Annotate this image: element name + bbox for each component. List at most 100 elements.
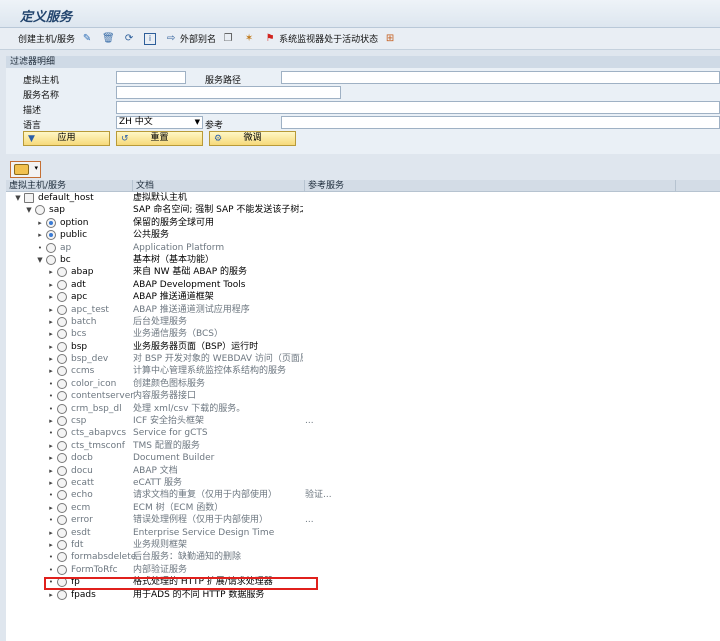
service-name[interactable]: ecm — [71, 502, 90, 514]
expand-toggle-icon[interactable]: ▸ — [36, 229, 44, 241]
expand-toggle-icon[interactable]: • — [47, 514, 55, 526]
table-row[interactable]: • echo 请求文档的重复（仅用于内部使用） 验证... — [6, 489, 720, 501]
service-name[interactable]: color_icon — [71, 378, 116, 390]
table-row[interactable]: • formabsdelete 后台服务：缺勤通知的删除 — [6, 551, 720, 563]
expand-toggle-icon[interactable]: ▸ — [47, 291, 55, 303]
reset-button[interactable]: ↺ 重置 — [116, 131, 203, 146]
expand-toggle-icon[interactable]: ▸ — [47, 589, 55, 601]
service-name[interactable]: cts_tmsconf — [71, 440, 125, 452]
expand-toggle-icon[interactable]: ▸ — [47, 328, 55, 340]
description-input[interactable] — [116, 101, 720, 114]
table-row[interactable]: • error 错误处理例程（仅用于内部使用）... — [6, 514, 720, 526]
table-row[interactable]: ▸ abap 来自 NW 基础 ABAP 的服务 — [6, 266, 720, 278]
expand-toggle-icon[interactable]: ▸ — [47, 353, 55, 365]
service-name[interactable]: crm_bsp_dl — [71, 403, 122, 415]
service-name[interactable]: csp — [71, 415, 86, 427]
table-row[interactable]: ▸ cts_tmsconf TMS 配置的服务 — [6, 440, 720, 452]
expand-toggle-icon[interactable]: ▸ — [47, 440, 55, 452]
expand-toggle-icon[interactable]: ▸ — [47, 477, 55, 489]
service-name[interactable]: fdt — [71, 539, 83, 551]
service-name[interactable]: ccms — [71, 365, 94, 377]
table-row[interactable]: ▸ apc ABAP 推送通道框架 — [6, 291, 720, 303]
table-row[interactable]: ▸ csp ICF 安全抬头框架... — [6, 415, 720, 427]
table-row[interactable]: ▸ docb Document Builder — [6, 452, 720, 464]
hierarchy-button[interactable]: ⊞ — [384, 30, 399, 48]
service-name[interactable]: bc — [60, 254, 71, 266]
expand-toggle-icon[interactable]: ▸ — [47, 465, 55, 477]
expand-toggle-icon[interactable]: ▸ — [47, 341, 55, 353]
table-row[interactable]: • FormToRfc 内部验证服务 — [6, 564, 720, 576]
tools-button[interactable]: ✶ — [243, 30, 258, 48]
table-row[interactable]: ▸ ecatt eCATT 服务 — [6, 477, 720, 489]
reference-input[interactable] — [281, 116, 720, 129]
external-alias-button[interactable]: ⇨ 外部别名 — [165, 30, 216, 48]
service-name[interactable]: bsp_dev — [71, 353, 108, 365]
table-row[interactable]: ▼ default_host 虚拟默认主机 — [6, 192, 720, 204]
table-row[interactable]: • fp 格式处理的 HTTP 扩展/请求处理器 — [6, 576, 720, 588]
service-name[interactable]: batch — [71, 316, 96, 328]
expand-toggle-icon[interactable]: • — [47, 576, 55, 588]
service-name[interactable]: apc — [71, 291, 87, 303]
service-name[interactable]: formabsdelete — [71, 551, 136, 563]
column-header-ref[interactable]: 参考服务 — [305, 180, 676, 192]
column-header-doc[interactable]: 文档 — [133, 180, 305, 192]
tune-button[interactable]: ⚙ 微调 — [209, 131, 296, 146]
table-row[interactable]: ▸ ecm ECM 树（ECM 函数） — [6, 502, 720, 514]
virtual-host-input[interactable] — [116, 71, 186, 84]
expand-toggle-icon[interactable]: ▸ — [47, 527, 55, 539]
table-row[interactable]: ▸ bsp 业务服务器页面（BSP）运行时 — [6, 341, 720, 353]
expand-toggle-icon[interactable]: • — [36, 242, 44, 254]
service-name[interactable]: echo — [71, 489, 93, 501]
expand-toggle-icon[interactable]: • — [47, 427, 55, 439]
service-name[interactable]: docu — [71, 465, 93, 477]
table-row[interactable]: ▸ adt ABAP Development Tools — [6, 279, 720, 291]
expand-toggle-icon[interactable]: • — [47, 489, 55, 501]
table-row[interactable]: ▼ bc 基本树（基本功能） — [6, 254, 720, 266]
table-row[interactable]: • ap Application Platform — [6, 242, 720, 254]
table-row[interactable]: • cts_abapvcs Service for gCTS — [6, 427, 720, 439]
table-row[interactable]: • crm_bsp_dl 处理 xml/csv 下载的服务。 — [6, 403, 720, 415]
expand-toggle-icon[interactable]: • — [47, 378, 55, 390]
service-name-input[interactable] — [116, 86, 341, 99]
table-row[interactable]: ▸ ccms 计算中心管理系统监控体系结构的服务 — [6, 365, 720, 377]
expand-toggle-icon[interactable]: ▸ — [36, 217, 44, 229]
system-monitor-button[interactable]: ⚑ 系统监视器处于活动状态 — [264, 30, 379, 48]
service-name[interactable]: fp — [71, 576, 80, 588]
table-row[interactable]: ▸ public 公共服务 — [6, 229, 720, 241]
service-name[interactable]: ecatt — [71, 477, 94, 489]
expand-toggle-icon[interactable]: ▸ — [47, 365, 55, 377]
expand-toggle-icon[interactable]: ▸ — [47, 316, 55, 328]
expand-toggle-icon[interactable]: ▼ — [14, 192, 22, 204]
table-row[interactable]: ▸ esdt Enterprise Service Design Time — [6, 527, 720, 539]
copy-button[interactable]: ❐ — [222, 30, 237, 48]
service-name[interactable]: FormToRfc — [71, 564, 118, 576]
table-row[interactable]: ▸ option 保留的服务全球可用 — [6, 217, 720, 229]
delete-button[interactable]: 🗑 — [102, 30, 117, 48]
service-name[interactable]: error — [71, 514, 93, 526]
info-button[interactable]: i — [144, 30, 159, 48]
expand-toggle-icon[interactable]: • — [47, 551, 55, 563]
expand-toggle-icon[interactable]: • — [47, 564, 55, 576]
service-name[interactable]: bsp — [71, 341, 87, 353]
expand-toggle-icon[interactable]: ▼ — [36, 254, 44, 266]
service-name[interactable]: default_host — [38, 192, 94, 204]
service-name[interactable]: contentserver — [71, 390, 134, 402]
service-name[interactable]: apc_test — [71, 304, 109, 316]
tree-tool-button[interactable]: ▾ — [10, 161, 41, 178]
service-name[interactable]: public — [60, 229, 87, 241]
expand-toggle-icon[interactable]: ▸ — [47, 266, 55, 278]
refresh-button[interactable]: ⟳ — [123, 30, 138, 48]
service-name[interactable]: docb — [71, 452, 93, 464]
table-row[interactable]: ▼ sap SAP 命名空间; 强制 SAP 不能发送该子树之... — [6, 204, 720, 216]
expand-toggle-icon[interactable]: ▸ — [47, 279, 55, 291]
create-host-button[interactable]: 创建主机/服务 — [18, 30, 75, 48]
service-name[interactable]: option — [60, 217, 88, 229]
language-select[interactable]: ZH 中文 ▼ — [116, 116, 203, 129]
service-name[interactable]: abap — [71, 266, 93, 278]
service-name[interactable]: esdt — [71, 527, 90, 539]
column-header-host[interactable]: 虚拟主机/服务 — [6, 180, 133, 192]
service-name[interactable]: adt — [71, 279, 86, 291]
expand-toggle-icon[interactable]: • — [47, 390, 55, 402]
table-row[interactable]: • contentserver 内容服务器接口 — [6, 390, 720, 402]
service-name[interactable]: fpads — [71, 589, 96, 601]
